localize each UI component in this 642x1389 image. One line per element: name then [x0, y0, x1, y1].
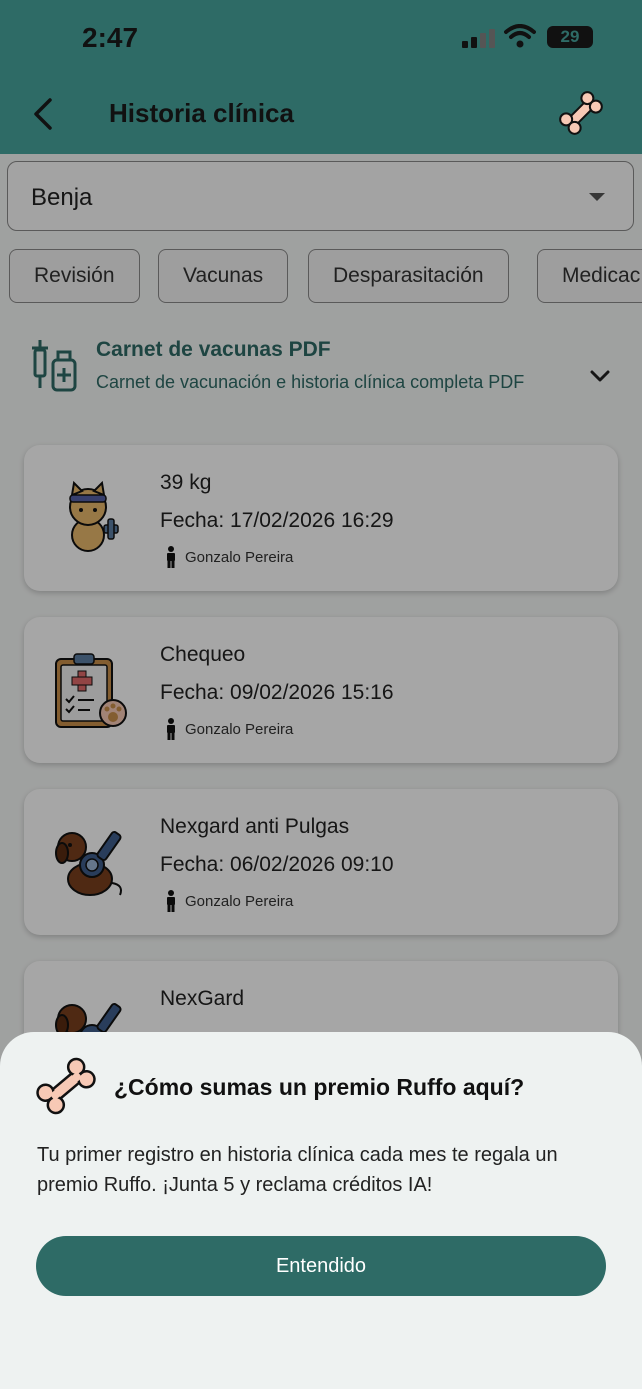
bottom-sheet: ¿Cómo sumas un premio Ruffo aquí? Tu pri…	[0, 1032, 642, 1389]
wifi-icon	[504, 24, 536, 48]
bone-icon	[36, 1057, 96, 1115]
understood-button[interactable]: Entendido	[36, 1236, 606, 1296]
back-arrow-icon[interactable]	[28, 96, 58, 132]
sheet-title: ¿Cómo sumas un premio Ruffo aquí?	[114, 1074, 525, 1100]
app-screen: 2:47 29 Historia clínica Benja Revisión …	[0, 0, 642, 1389]
cellular-signal-icon	[462, 29, 495, 48]
battery-icon: 29	[547, 26, 593, 48]
status-bar: 2:47 29	[0, 0, 642, 80]
page-title: Historia clínica	[109, 98, 294, 128]
bone-icon[interactable]	[556, 88, 606, 138]
sheet-body: Tu primer registro en historia clínica c…	[37, 1144, 558, 1196]
status-time: 2:47	[82, 22, 139, 53]
app-bar: Historia clínica	[0, 80, 642, 154]
